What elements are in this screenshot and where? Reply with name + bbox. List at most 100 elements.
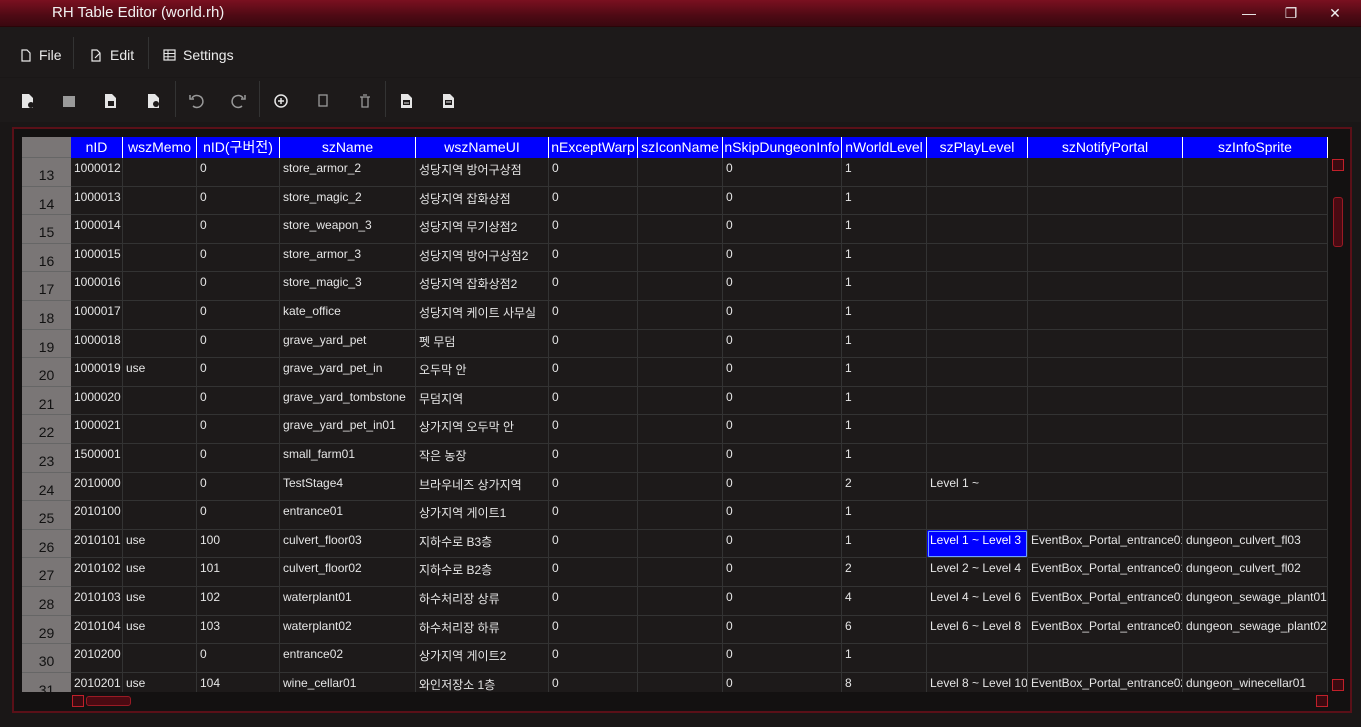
table-cell[interactable] <box>638 587 723 616</box>
scroll-up-icon[interactable] <box>1332 159 1344 171</box>
table-cell[interactable] <box>1183 415 1328 444</box>
table-cell[interactable] <box>927 415 1028 444</box>
table-cell[interactable]: 8 <box>842 672 927 692</box>
table-cell[interactable] <box>927 272 1028 301</box>
table-cell[interactable]: 하수처리장 하류 <box>416 615 549 645</box>
table-cell[interactable]: 0 <box>723 186 842 216</box>
table-cell[interactable] <box>123 386 197 416</box>
table-cell[interactable]: entrance02 <box>280 644 416 673</box>
table-cell[interactable]: small_farm01 <box>280 444 416 473</box>
table-cell[interactable] <box>638 644 723 673</box>
table-cell[interactable] <box>1028 215 1183 244</box>
table-cell[interactable] <box>1028 415 1183 444</box>
table-cell[interactable]: 0 <box>549 386 638 416</box>
table-cell[interactable] <box>1028 644 1183 673</box>
row-header[interactable]: 24 <box>22 472 71 502</box>
table-cell[interactable] <box>1183 158 1328 187</box>
table-cell[interactable] <box>927 358 1028 387</box>
table-cell[interactable] <box>927 301 1028 330</box>
data-grid[interactable]: nID wszMemo nID(구버전) szName wszNameUI nExcept… <box>22 137 1328 692</box>
table-cell[interactable] <box>1183 329 1328 359</box>
menu-file[interactable]: File <box>20 47 62 63</box>
table-cell[interactable]: dungeon_culvert_fl02 <box>1183 558 1328 587</box>
table-cell[interactable]: entrance01 <box>280 501 416 530</box>
table-cell[interactable]: 브라우네즈 상가지역 <box>416 472 549 502</box>
table-cell[interactable]: 0 <box>549 444 638 473</box>
table-cell[interactable]: 0 <box>549 301 638 330</box>
table-cell[interactable]: 0 <box>197 501 280 530</box>
table-cell[interactable]: use <box>123 558 197 587</box>
table-cell[interactable]: 1 <box>842 158 927 187</box>
column-header[interactable]: nSkipDungeonInfo <box>723 137 842 158</box>
table-cell[interactable]: 0 <box>549 529 638 559</box>
table-cell[interactable]: 0 <box>723 243 842 273</box>
table-cell[interactable] <box>927 158 1028 187</box>
table-cell[interactable]: EventBox_Portal_entrance01 <box>1028 615 1183 645</box>
export-icon[interactable] <box>398 92 416 110</box>
table-cell[interactable]: dungeon_winecellar01 <box>1183 672 1328 692</box>
table-cell[interactable]: store_magic_2 <box>280 186 416 216</box>
table-cell[interactable] <box>123 444 197 473</box>
table-cell[interactable] <box>123 644 197 673</box>
table-cell[interactable]: 0 <box>197 158 280 187</box>
table-cell[interactable] <box>1183 358 1328 387</box>
row-header[interactable]: 18 <box>22 301 71 330</box>
row-header[interactable]: 27 <box>22 558 71 587</box>
table-cell[interactable] <box>1028 272 1183 301</box>
table-cell[interactable]: 2010103 <box>71 587 123 616</box>
table-cell[interactable]: 0 <box>197 186 280 216</box>
table-cell[interactable]: 0 <box>197 644 280 673</box>
table-cell[interactable]: 지하수로 B2층 <box>416 558 549 587</box>
table-cell[interactable]: 0 <box>549 158 638 187</box>
table-cell[interactable]: 0 <box>197 472 280 502</box>
table-cell[interactable]: 0 <box>549 215 638 244</box>
row-header[interactable]: 20 <box>22 358 71 387</box>
table-cell[interactable]: 2 <box>842 472 927 502</box>
table-cell[interactable]: 1000013 <box>71 186 123 216</box>
table-cell[interactable]: 와인저장소 1층 <box>416 672 549 692</box>
column-header[interactable]: nWorldLevel <box>842 137 927 158</box>
table-cell[interactable]: 101 <box>197 558 280 587</box>
table-cell[interactable] <box>638 472 723 502</box>
table-cell[interactable]: 0 <box>197 301 280 330</box>
vertical-scroll-thumb[interactable] <box>1333 197 1343 247</box>
table-cell[interactable]: 1 <box>842 358 927 387</box>
corner-header[interactable] <box>22 137 71 158</box>
table-cell[interactable]: 2010200 <box>71 644 123 673</box>
minimize-icon[interactable]: — <box>1234 3 1264 23</box>
table-cell[interactable] <box>1028 472 1183 502</box>
table-cell[interactable] <box>123 301 197 330</box>
restore-icon[interactable]: ❐ <box>1276 3 1306 23</box>
table-cell[interactable] <box>1028 329 1183 359</box>
table-cell[interactable]: kate_office <box>280 301 416 330</box>
table-cell[interactable]: grave_yard_pet_in <box>280 358 416 387</box>
table-cell[interactable]: dungeon_sewage_plant01 <box>1183 587 1328 616</box>
table-cell[interactable]: 성당지역 방어구상점2 <box>416 243 549 273</box>
table-cell[interactable]: 0 <box>723 272 842 301</box>
table-cell[interactable] <box>638 672 723 692</box>
table-cell[interactable] <box>1183 644 1328 673</box>
table-cell[interactable]: Level 1 ~ Level 3 <box>927 529 1028 559</box>
table-cell[interactable] <box>1028 243 1183 273</box>
table-cell[interactable]: 0 <box>549 358 638 387</box>
table-cell[interactable] <box>638 415 723 444</box>
table-cell[interactable]: culvert_floor03 <box>280 529 416 559</box>
table-cell[interactable]: 1 <box>842 301 927 330</box>
table-cell[interactable] <box>1183 272 1328 301</box>
table-cell[interactable]: 0 <box>723 301 842 330</box>
table-cell[interactable] <box>1183 472 1328 502</box>
table-cell[interactable]: 2010104 <box>71 615 123 645</box>
table-cell[interactable]: grave_yard_tombstone <box>280 386 416 416</box>
column-header[interactable]: szInfoSprite <box>1183 137 1328 158</box>
table-cell[interactable] <box>927 329 1028 359</box>
table-cell[interactable] <box>123 415 197 444</box>
table-cell[interactable] <box>638 358 723 387</box>
table-cell[interactable]: 0 <box>549 558 638 587</box>
table-cell[interactable]: 103 <box>197 615 280 645</box>
table-cell[interactable] <box>638 558 723 587</box>
table-cell[interactable]: 1500001 <box>71 444 123 473</box>
row-header[interactable]: 13 <box>22 158 71 187</box>
table-cell[interactable]: use <box>123 672 197 692</box>
table-cell[interactable]: Level 6 ~ Level 8 <box>927 615 1028 645</box>
table-cell[interactable]: 0 <box>723 587 842 616</box>
